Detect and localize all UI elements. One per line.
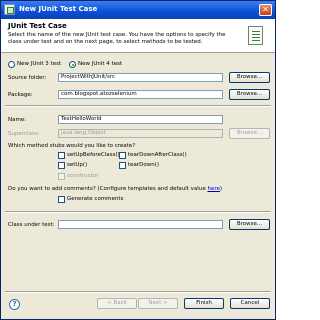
class-under-test-field[interactable]: [58, 220, 223, 229]
stubs-question: Which method stubs would you like to cre…: [8, 143, 136, 149]
junit3-radio[interactable]: [8, 61, 15, 68]
superclass-browse-button: Browse...: [229, 128, 270, 139]
junit4-radio[interactable]: [69, 61, 76, 68]
source-folder-browse-button[interactable]: Browse...: [229, 72, 270, 83]
banner-title: JUnit Test Case: [8, 22, 67, 30]
next-button: Next >: [138, 298, 178, 309]
teardown-label: tearDown(): [128, 162, 160, 168]
class-under-test-label: Class under test:: [8, 222, 55, 228]
configure-templates-link[interactable]: here: [207, 186, 219, 192]
class-under-test-browse-button[interactable]: Browse...: [229, 219, 270, 230]
banner-description: Select the name of the new JUnit test ca…: [8, 32, 226, 45]
teardown-after-class-label: tearDownAfterClass(): [128, 152, 187, 158]
new-junit-test-case-dialog: New JUnit Test Case ✕ JUnit Test Case Se…: [0, 0, 276, 320]
back-button: < Back: [97, 298, 137, 309]
name-field[interactable]: TestHelloWorld: [58, 115, 223, 124]
comments-question: Do you want to add comments? (Configure …: [8, 186, 223, 192]
generate-comments-label: Generate comments: [67, 196, 124, 202]
superclass-label: Superclass:: [8, 131, 40, 137]
teardown-after-class-checkbox[interactable]: [119, 152, 126, 159]
junit3-label: New JUnit 3 test: [17, 61, 62, 67]
close-icon[interactable]: ✕: [259, 4, 272, 16]
junit-window-icon: [4, 4, 15, 15]
junit4-label: New JUnit 4 test: [78, 61, 123, 67]
cancel-button[interactable]: Cancel: [230, 298, 270, 309]
setup-checkbox[interactable]: [58, 162, 65, 169]
wizard-banner: JUnit Test Case Select the name of the n…: [1, 19, 275, 53]
setup-before-class-checkbox[interactable]: [58, 152, 65, 159]
finish-button[interactable]: Finish: [184, 298, 224, 309]
separator: [5, 291, 271, 293]
package-field[interactable]: com.blogspot.atozselenium: [58, 90, 223, 99]
source-folder-field[interactable]: ProjectWithJUnit/src: [58, 73, 223, 82]
setup-before-class-label: setUpBeforeClass(): [67, 152, 120, 158]
window-title: New JUnit Test Case: [19, 5, 98, 13]
help-icon[interactable]: ?: [9, 299, 20, 310]
name-label: Name:: [8, 117, 27, 123]
junit-wizard-icon: [248, 26, 263, 45]
separator: [5, 211, 271, 213]
title-bar[interactable]: New JUnit Test Case ✕: [1, 1, 275, 19]
generate-comments-checkbox[interactable]: [58, 196, 65, 203]
source-folder-label: Source folder:: [8, 75, 47, 81]
constructor-label: constructor: [67, 173, 99, 179]
teardown-checkbox[interactable]: [119, 162, 126, 169]
package-browse-button[interactable]: Browse...: [229, 89, 270, 100]
package-label: Package:: [8, 92, 33, 98]
constructor-checkbox: [58, 173, 65, 180]
setup-label: setUp(): [67, 162, 88, 168]
separator: [5, 105, 271, 107]
superclass-field: java.lang.Object: [58, 129, 223, 138]
